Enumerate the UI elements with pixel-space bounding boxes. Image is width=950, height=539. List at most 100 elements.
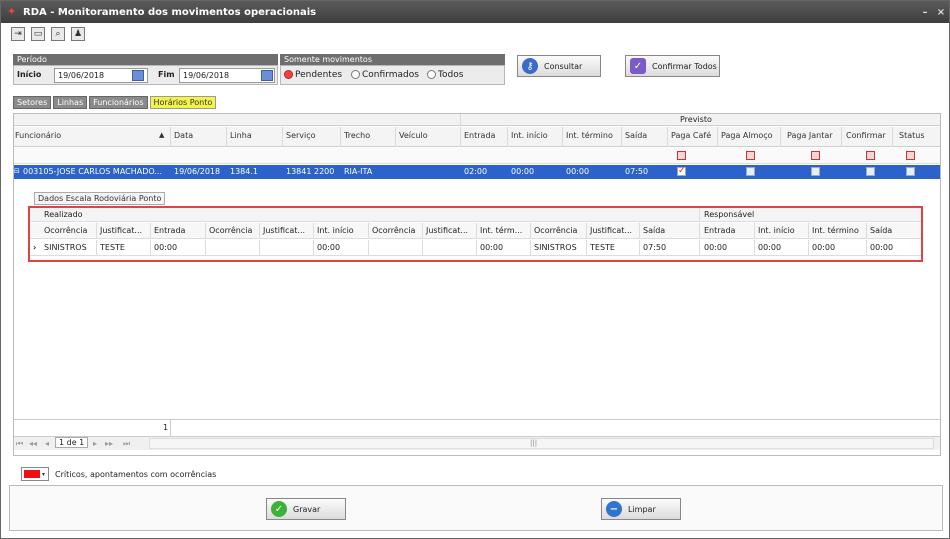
divider xyxy=(150,223,151,238)
dcol-ocorrencia-2[interactable]: Ocorrência xyxy=(209,226,252,235)
dcol-justificativa-4[interactable]: Justificat... xyxy=(590,226,632,235)
dcol-int-inicio[interactable]: Int. início xyxy=(317,226,354,235)
tab-dados-escala[interactable]: Dados Escala Rodoviária Ponto xyxy=(34,192,166,205)
next-page-group-icon[interactable]: ▸▸ xyxy=(105,439,113,448)
confirmar-todos-button[interactable]: ✓ Confirmar Todos xyxy=(625,55,720,77)
page-indicator[interactable]: 1 de 1 xyxy=(55,437,89,448)
col-saida[interactable]: Saída xyxy=(625,131,647,140)
screen-icon[interactable]: ▭ xyxy=(31,27,45,41)
dcell-saida: 07:50 xyxy=(643,243,667,252)
col-paga-almoco[interactable]: Paga Almoço xyxy=(721,131,773,140)
grid-filter-row xyxy=(13,148,941,164)
col-int-inicio[interactable]: Int. início xyxy=(511,131,548,140)
divider xyxy=(699,208,700,221)
fim-calendar-icon[interactable] xyxy=(261,70,273,81)
filter-paga-almoco-checkbox[interactable] xyxy=(746,151,755,160)
divider xyxy=(150,240,151,255)
confirmar-todos-label: Confirmar Todos xyxy=(652,61,717,71)
dcol-resp-int-inicio[interactable]: Int. início xyxy=(758,226,795,235)
col-data[interactable]: Data xyxy=(174,131,193,140)
filter-paga-cafe-checkbox[interactable] xyxy=(677,151,686,160)
exit-icon[interactable]: ⇥ xyxy=(11,27,25,41)
divider xyxy=(313,223,314,238)
title-bar: ✦ RDA - Monitoramento dos movimentos ope… xyxy=(1,1,949,23)
tab-setores[interactable]: Setores xyxy=(13,96,52,109)
divider xyxy=(205,240,206,255)
dcell-entrada: 00:00 xyxy=(154,243,178,252)
cell-int-termino: 00:00 xyxy=(566,167,590,176)
dcol-entrada[interactable]: Entrada xyxy=(154,226,185,235)
col-paga-jantar[interactable]: Paga Jantar xyxy=(787,131,833,140)
col-veiculo[interactable]: Veículo xyxy=(399,131,428,140)
divider xyxy=(530,240,531,255)
consultar-button[interactable]: ⚷ Consultar xyxy=(517,55,601,77)
grid-group-header: Previsto xyxy=(13,113,941,126)
toolbar: ⇥ ▭ ⌕ ♟ xyxy=(11,25,85,43)
cell-data: 19/06/2018 xyxy=(174,167,221,176)
col-confirmar[interactable]: Confirmar xyxy=(846,131,886,140)
dcol-resp-saida[interactable]: Saída xyxy=(870,226,892,235)
record-count: 1 xyxy=(163,423,169,432)
divider xyxy=(395,127,396,147)
dcol-ocorrencia-4[interactable]: Ocorrência xyxy=(534,226,577,235)
radio-pendentes[interactable]: Pendentes xyxy=(284,70,342,80)
col-int-termino[interactable]: Int. término xyxy=(566,131,613,140)
dcol-justificativa-1[interactable]: Justificat... xyxy=(100,226,142,235)
search-icon[interactable]: ⌕ xyxy=(51,27,65,41)
gravar-button[interactable]: ✓ Gravar xyxy=(266,498,346,520)
limpar-button[interactable]: − Limpar xyxy=(601,498,681,520)
divider xyxy=(562,127,563,147)
paga-almoco-checkbox[interactable] xyxy=(746,167,755,176)
col-status[interactable]: Status xyxy=(899,131,925,140)
horizontal-scrollbar[interactable]: ||| xyxy=(149,438,934,449)
filter-paga-jantar-checkbox[interactable] xyxy=(811,151,820,160)
grid-footer: 1 xyxy=(13,419,941,436)
dcol-justificativa-3[interactable]: Justificat... xyxy=(426,226,468,235)
close-button[interactable]: × xyxy=(933,7,949,18)
col-paga-cafe[interactable]: Paga Café xyxy=(671,131,711,140)
table-row[interactable]: ⊟ 003105-JOSE CARLOS MACHADO... 19/06/20… xyxy=(13,165,941,179)
dcol-ocorrencia-1[interactable]: Ocorrência xyxy=(44,226,87,235)
paga-jantar-checkbox[interactable] xyxy=(811,167,820,176)
divider xyxy=(170,127,171,147)
last-page-icon[interactable]: ⏭ xyxy=(123,439,130,449)
divider xyxy=(507,127,508,147)
tab-linhas[interactable]: Linhas xyxy=(53,96,88,109)
col-funcionario[interactable]: Funcionário xyxy=(15,131,61,140)
status-checkbox[interactable] xyxy=(906,167,915,176)
dcol-int-termino[interactable]: Int. térm... xyxy=(480,226,522,235)
prev-page-icon[interactable]: ◂ xyxy=(45,439,49,448)
radio-confirmados[interactable]: Confirmados xyxy=(351,70,419,80)
detail-column-header: Ocorrência Justificat... Entrada Ocorrên… xyxy=(30,223,921,239)
col-linha[interactable]: Linha xyxy=(230,131,252,140)
dcol-saida[interactable]: Saída xyxy=(643,226,665,235)
detail-table-row[interactable]: › SINISTROS TESTE 00:00 00:00 00:00 SINI… xyxy=(30,240,921,256)
col-trecho[interactable]: Trecho xyxy=(344,131,370,140)
periodo-panel: Início 19/06/2018 Fim 19/06/2018 xyxy=(13,65,278,85)
divider xyxy=(259,240,260,255)
next-page-icon[interactable]: ▸ xyxy=(93,439,97,448)
confirmar-checkbox[interactable] xyxy=(866,167,875,176)
minimize-button[interactable]: – xyxy=(917,7,933,18)
first-page-icon[interactable]: ⏮ xyxy=(16,439,23,449)
dcol-justificativa-2[interactable]: Justificat... xyxy=(263,226,305,235)
divider xyxy=(259,223,260,238)
users-icon[interactable]: ♟ xyxy=(71,27,85,41)
filter-confirmar-checkbox[interactable] xyxy=(866,151,875,160)
paga-cafe-checkbox[interactable] xyxy=(677,166,686,176)
dcol-resp-int-termino[interactable]: Int. término xyxy=(812,226,859,235)
dcol-ocorrencia-3[interactable]: Ocorrência xyxy=(372,226,415,235)
collapse-icon[interactable]: ⊟ xyxy=(14,167,20,175)
col-servico[interactable]: Serviço xyxy=(286,131,316,140)
filter-status-checkbox[interactable] xyxy=(906,151,915,160)
radio-todos[interactable]: Todos xyxy=(427,70,463,80)
tab-funcionarios[interactable]: Funcionários xyxy=(89,96,148,109)
divider xyxy=(460,113,461,126)
prev-page-group-icon[interactable]: ◂◂ xyxy=(29,439,37,448)
dcell-int-termino: 00:00 xyxy=(480,243,504,252)
dcol-resp-entrada[interactable]: Entrada xyxy=(704,226,735,235)
tab-horarios-ponto[interactable]: Horários Ponto xyxy=(149,96,217,109)
color-picker[interactable]: ▾ xyxy=(21,467,49,481)
col-entrada[interactable]: Entrada xyxy=(464,131,495,140)
inicio-calendar-icon[interactable] xyxy=(132,70,144,81)
